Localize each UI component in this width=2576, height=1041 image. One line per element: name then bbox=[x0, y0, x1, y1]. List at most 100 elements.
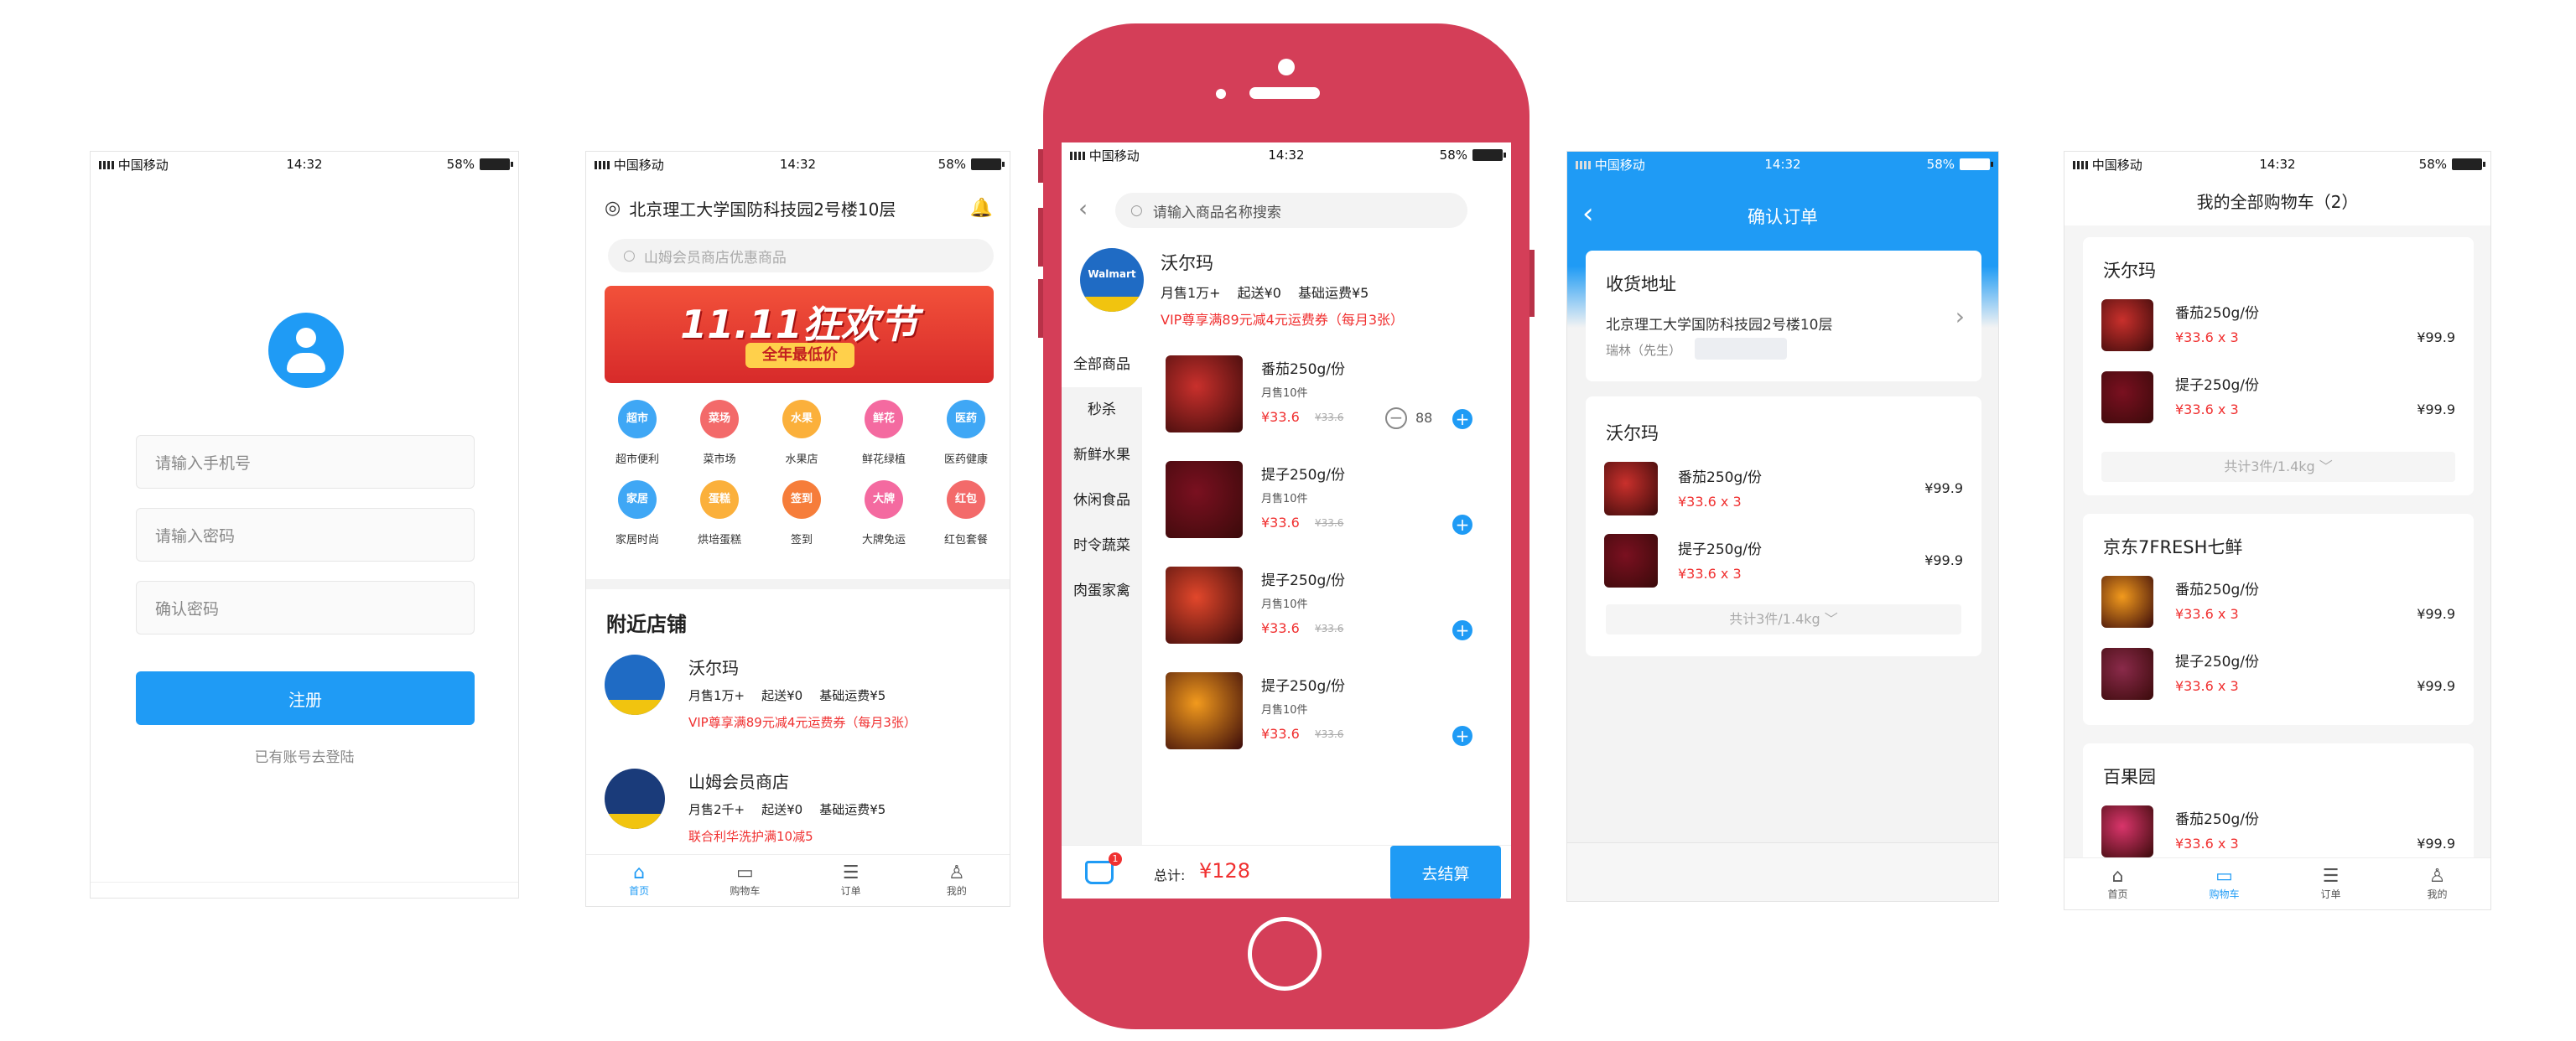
minus-button[interactable]: − bbox=[1385, 407, 1407, 429]
tab-item[interactable]: ♙ 我的 bbox=[904, 855, 1010, 906]
product-sales: 月售10件 bbox=[1261, 493, 1308, 505]
tab-label: 订单 bbox=[840, 885, 861, 897]
product-old-price: ¥33.6 bbox=[1315, 517, 1344, 529]
tab-item[interactable]: ▭ 购物车 bbox=[692, 855, 797, 906]
home-button[interactable] bbox=[1248, 917, 1322, 991]
category-sidebar: 全部商品 秒杀 新鲜水果 休闲食品 时令蔬菜 肉蛋家禽 bbox=[1062, 342, 1142, 845]
phone-input[interactable]: 请输入手机号 bbox=[136, 435, 475, 489]
tab-item[interactable]: ☰ 订单 bbox=[798, 855, 904, 906]
cart-badge: 1 bbox=[1109, 852, 1122, 866]
add-button[interactable]: + bbox=[1452, 620, 1472, 640]
product-sales: 月售10件 bbox=[1261, 598, 1308, 611]
cart-store-name[interactable]: 京东7FRESH七鲜 bbox=[2103, 534, 2242, 559]
battery-percent: 58% bbox=[1926, 157, 1955, 172]
category-icon: 超市 bbox=[618, 400, 657, 438]
tab-item[interactable]: ⌂ 首页 bbox=[2064, 858, 2171, 909]
product-image bbox=[2101, 299, 2153, 351]
cart-groups: 沃尔玛 番茄250g/份 ¥33.6 x 3 ¥99.9 提子250g/份 ¥33.6 x… bbox=[2064, 237, 2490, 883]
product-row[interactable]: 番茄250g/份 月售10件 ¥33.6 ¥33.6 −88 + bbox=[1142, 342, 1511, 448]
battery-percent: 58% bbox=[937, 157, 966, 172]
add-button[interactable]: + bbox=[1452, 409, 1472, 429]
store-fee: 基础运费¥5 bbox=[819, 688, 886, 703]
category-icon: 鲜花 bbox=[865, 400, 903, 438]
address-card[interactable]: 收货地址 北京理工大学国防科技园2号楼10层 瑞林（先生） › bbox=[1586, 251, 1981, 381]
category-item[interactable]: 家居 家居时尚 bbox=[596, 480, 678, 557]
category-tab[interactable]: 新鲜水果 bbox=[1062, 432, 1142, 478]
product-image bbox=[2101, 648, 2153, 700]
store-row[interactable]: 沃尔玛 月售1万+ 起送¥0 基础运费¥5 VIP尊享满89元减4元运费券（每月3张） bbox=[586, 648, 1010, 757]
category-item[interactable]: 医药 医药健康 bbox=[925, 400, 1007, 477]
checkout-button[interactable]: 去结算 bbox=[1390, 846, 1501, 899]
store-min: 起送¥0 bbox=[761, 688, 803, 703]
login-link[interactable]: 已有账号去登陆 bbox=[91, 745, 518, 766]
item-total: ¥99.9 bbox=[1924, 480, 1963, 496]
tab-bar: ⌂ 首页 ▭ 购物车 ☰ 订单 ♙ 我的 bbox=[2064, 857, 2490, 909]
cart-item[interactable]: 提子250g/份 ¥33.6 x 3 ¥99.9 bbox=[2083, 365, 2474, 432]
cart-store-card: 沃尔玛番茄250g/份 ¥33.6 x 3 ¥99.9 提子250g/份 ¥33.6 x… bbox=[2083, 237, 2474, 495]
store-sales: 月售1万+ bbox=[1161, 285, 1221, 301]
confirm-password-input[interactable]: 确认密码 bbox=[136, 581, 475, 634]
category-item[interactable]: 签到 签到 bbox=[761, 480, 843, 557]
cart-store-name[interactable]: 百果园 bbox=[2103, 764, 2156, 789]
category-tab[interactable]: 全部商品 bbox=[1062, 342, 1142, 387]
search-input[interactable]: ○ 请输入商品名称搜索 bbox=[1115, 193, 1467, 228]
register-button[interactable]: 注册 bbox=[136, 671, 475, 725]
product-image bbox=[2101, 805, 2153, 857]
tab-item[interactable]: ☰ 订单 bbox=[2277, 858, 2384, 909]
category-item[interactable]: 大牌 大牌免运 bbox=[843, 480, 925, 557]
cart-item[interactable]: 番茄250g/份 ¥33.6 x 3 ¥99.9 bbox=[2083, 569, 2474, 636]
status-bar: 中国移动 14:32 58% bbox=[1062, 142, 1511, 168]
status-bar: 中国移动 14:32 58% bbox=[2064, 152, 2490, 177]
cart-icon[interactable] bbox=[1085, 861, 1114, 884]
category-item[interactable]: 水果 水果店 bbox=[761, 400, 843, 477]
category-item[interactable]: 鲜花 鲜花绿植 bbox=[843, 400, 925, 477]
tab-item[interactable]: ▭ 购物车 bbox=[2171, 858, 2277, 909]
tab-item[interactable]: ♙ 我的 bbox=[2384, 858, 2490, 909]
category-tab[interactable]: 休闲食品 bbox=[1062, 478, 1142, 523]
battery-percent: 58% bbox=[2418, 157, 2447, 172]
bell-icon[interactable]: 🔔 bbox=[970, 198, 993, 219]
category-tab[interactable]: 秒杀 bbox=[1062, 387, 1142, 432]
cart-icon: ▭ bbox=[2215, 866, 2233, 887]
item-total: ¥99.9 bbox=[2417, 401, 2455, 417]
category-tab[interactable]: 时令蔬菜 bbox=[1062, 523, 1142, 568]
order-summary[interactable]: 共计3件/1.4kg ﹀ bbox=[1606, 604, 1961, 634]
item-total: ¥99.9 bbox=[1924, 552, 1963, 568]
product-row[interactable]: 提子250g/份 月售10件 ¥33.6 ¥33.6 + bbox=[1142, 448, 1511, 553]
category-icon: 大牌 bbox=[865, 480, 903, 519]
home-screen: 中国移动 14:32 58% ◎ 北京理工大学国防科技园2号楼10层 🔔 ○ 山… bbox=[585, 151, 1010, 907]
category-item[interactable]: 菜场 菜市场 bbox=[678, 400, 761, 477]
category-item[interactable]: 超市 超市便利 bbox=[596, 400, 678, 477]
category-item[interactable]: 红包 红包套餐 bbox=[925, 480, 1007, 557]
home-icon: ⌂ bbox=[2111, 866, 2124, 887]
tab-label: 购物车 bbox=[730, 885, 761, 897]
item-total: ¥99.9 bbox=[2417, 678, 2455, 694]
add-button[interactable]: + bbox=[1452, 726, 1472, 746]
battery-percent: 58% bbox=[446, 157, 475, 172]
total-price: ¥128 bbox=[1199, 859, 1251, 883]
tab-item[interactable]: ⌂ 首页 bbox=[586, 855, 692, 906]
location-bar[interactable]: ◎ 北京理工大学国防科技园2号楼10层 🔔 bbox=[605, 194, 993, 222]
tab-label: 订单 bbox=[2320, 888, 2341, 900]
product-row[interactable]: 提子250g/份 月售10件 ¥33.6 ¥33.6 + bbox=[1142, 659, 1511, 764]
promo-banner[interactable]: 11.11狂欢节 全年最低价 bbox=[605, 286, 994, 383]
store-name: 沃尔玛 bbox=[688, 658, 739, 678]
product-row[interactable]: 提子250g/份 月售10件 ¥33.6 ¥33.6 + bbox=[1142, 553, 1511, 659]
cart-item[interactable]: 番茄250g/份 ¥33.6 x 3 ¥99.9 bbox=[2083, 293, 2474, 360]
category-tab[interactable]: 肉蛋家禽 bbox=[1062, 568, 1142, 614]
search-input[interactable]: ○ 山姆会员商店优惠商品 bbox=[608, 239, 994, 272]
register-screen: 中国移动 14:32 58% 请输入手机号 请输入密码 确认密码 注册 已有账号… bbox=[90, 151, 519, 899]
password-input[interactable]: 请输入密码 bbox=[136, 508, 475, 562]
avatar-icon[interactable] bbox=[268, 313, 344, 388]
cart-item[interactable]: 提子250g/份 ¥33.6 x 3 ¥99.9 bbox=[2083, 641, 2474, 708]
add-button[interactable]: + bbox=[1452, 515, 1472, 535]
cart-summary[interactable]: 共计3件/1.4kg ﹀ bbox=[2101, 452, 2455, 482]
search-icon: ○ bbox=[623, 247, 636, 264]
category-icon: 红包 bbox=[947, 480, 985, 519]
category-icon: 蛋糕 bbox=[700, 480, 739, 519]
category-item[interactable]: 蛋糕 烘培蛋糕 bbox=[678, 480, 761, 557]
back-icon[interactable]: ‹ bbox=[1078, 194, 1088, 222]
cart-store-name[interactable]: 沃尔玛 bbox=[2103, 257, 2156, 282]
store-sales: 月售2千+ bbox=[688, 802, 745, 817]
cart-item[interactable]: 番茄250g/份 ¥33.6 x 3 ¥99.9 bbox=[2083, 799, 2474, 866]
